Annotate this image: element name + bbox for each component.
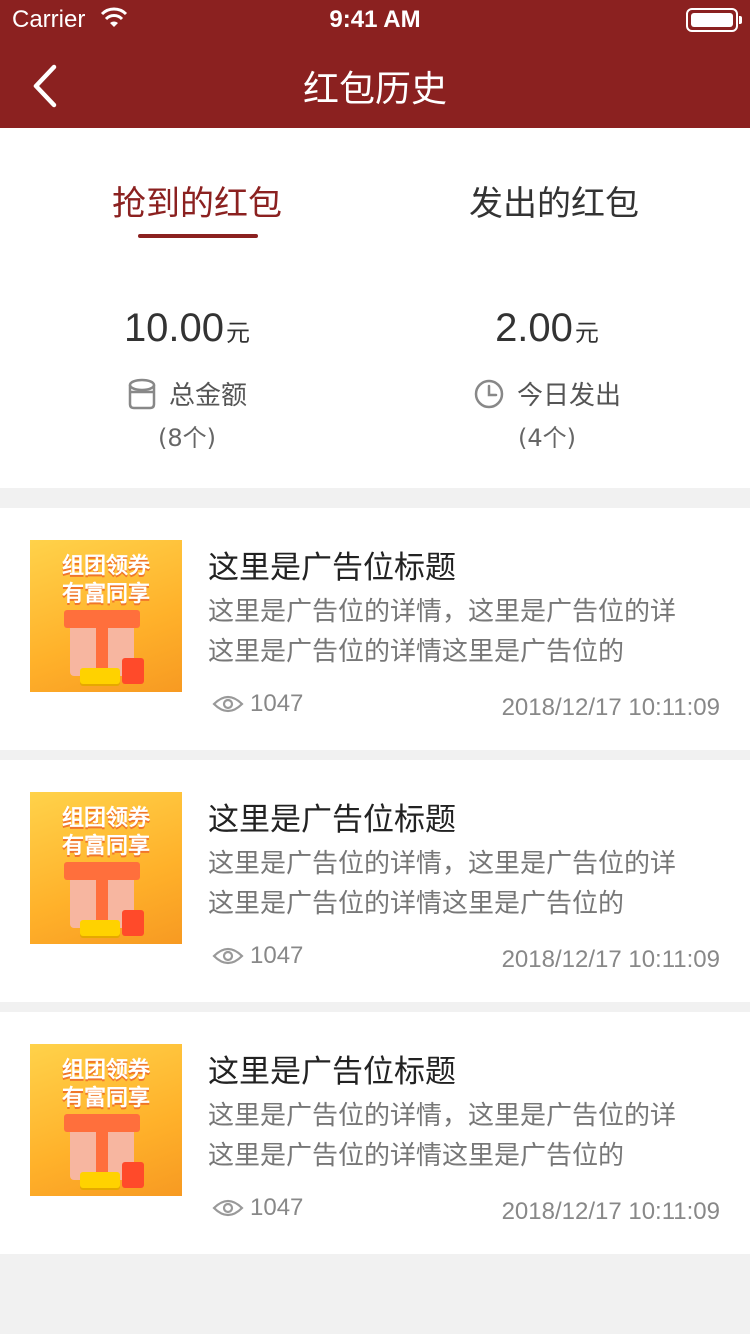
today-amount: 2.00 xyxy=(495,306,573,350)
ad-thumbnail: 组团领券 有富同享 xyxy=(30,540,182,692)
item-date: 2018/12/17 10:11:09 xyxy=(501,1198,720,1225)
tab-sent[interactable]: 发出的红包 xyxy=(454,176,654,225)
page-title: 红包历史 xyxy=(302,69,447,110)
thumbnail-text: 有富同享 xyxy=(61,834,150,859)
item-title: 这里是广告位标题 xyxy=(208,1054,456,1090)
item-description: 这里是广告位的详情，这里是广告位的详 这里是广告位的详情这里是广告位的 xyxy=(208,1096,728,1176)
total-count: (8个) xyxy=(158,424,216,452)
item-description: 这里是广告位的详情，这里是广告位的详 这里是广告位的详情这里是广告位的 xyxy=(208,844,728,924)
tab-received[interactable]: 抢到的红包 xyxy=(97,176,297,225)
header: Carrier 9:41 AM 红包历史 xyxy=(0,0,750,128)
item-description-line: 这里是广告位的详情，这里是广告位的详 xyxy=(208,1101,677,1131)
item-description-line: 这里是广告位的详情这里是广告位的 xyxy=(208,1141,625,1171)
total-amount: 10.00 xyxy=(123,306,225,350)
ad-list: 组团领券 有富同享 这里是广告位标题 这里是广告位的详情，这里是广告位的详 这里… xyxy=(0,508,750,1264)
summary-section: 抢到的红包 发出的红包 10.00元 总金额 (8个) 2.00元 今日发出 (… xyxy=(0,128,750,488)
view-count-value: 1047 xyxy=(250,1194,304,1221)
view-count-value: 1047 xyxy=(250,690,304,717)
item-description-line: 这里是广告位的详情这里是广告位的 xyxy=(208,889,625,919)
battery-icon xyxy=(686,8,742,32)
thumbnail-text: 有富同享 xyxy=(61,1086,150,1111)
eye-icon xyxy=(212,695,244,713)
total-label: 总金额 xyxy=(168,381,247,411)
eye-icon xyxy=(212,947,244,965)
ad-thumbnail: 组团领券 有富同享 xyxy=(30,1044,182,1196)
wallet-icon xyxy=(128,378,156,409)
view-count: 1047 xyxy=(212,942,303,970)
list-item[interactable]: 组团领券 有富同享 这里是广告位标题 这里是广告位的详情，这里是广告位的详 这里… xyxy=(0,508,750,750)
ad-thumbnail: 组团领券 有富同享 xyxy=(30,792,182,944)
item-description-line: 这里是广告位的详情，这里是广告位的详 xyxy=(208,849,677,879)
view-count-value: 1047 xyxy=(250,942,304,969)
today-stat: 2.00元 今日发出 (4个) xyxy=(397,306,697,453)
list-item[interactable]: 组团领券 有富同享 这里是广告位标题 这里是广告位的详情，这里是广告位的详 这里… xyxy=(0,1012,750,1254)
status-bar: Carrier 9:41 AM xyxy=(0,0,750,40)
item-description: 这里是广告位的详情，这里是广告位的详 这里是广告位的详情这里是广告位的 xyxy=(208,592,728,672)
item-title: 这里是广告位标题 xyxy=(208,802,456,838)
thumbnail-text: 有富同享 xyxy=(61,582,150,607)
today-count: (4个) xyxy=(518,424,576,452)
today-label: 今日发出 xyxy=(516,381,621,411)
total-unit: 元 xyxy=(226,319,251,347)
item-description-line: 这里是广告位的详情，这里是广告位的详 xyxy=(208,597,677,627)
list-item[interactable]: 组团领券 有富同享 这里是广告位标题 这里是广告位的详情，这里是广告位的详 这里… xyxy=(0,760,750,1002)
eye-icon xyxy=(212,1199,244,1217)
today-unit: 元 xyxy=(574,319,599,347)
status-time: 9:41 AM xyxy=(329,6,421,33)
total-stat: 10.00元 总金额 (8个) xyxy=(37,306,337,453)
item-date: 2018/12/17 10:11:09 xyxy=(501,946,720,973)
item-date: 2018/12/17 10:11:09 xyxy=(501,694,720,721)
active-tab-indicator xyxy=(138,234,258,238)
view-count: 1047 xyxy=(212,1194,303,1222)
clock-icon xyxy=(474,379,504,408)
view-count: 1047 xyxy=(212,690,303,718)
item-description-line: 这里是广告位的详情这里是广告位的 xyxy=(208,637,625,667)
item-title: 这里是广告位标题 xyxy=(208,550,456,586)
